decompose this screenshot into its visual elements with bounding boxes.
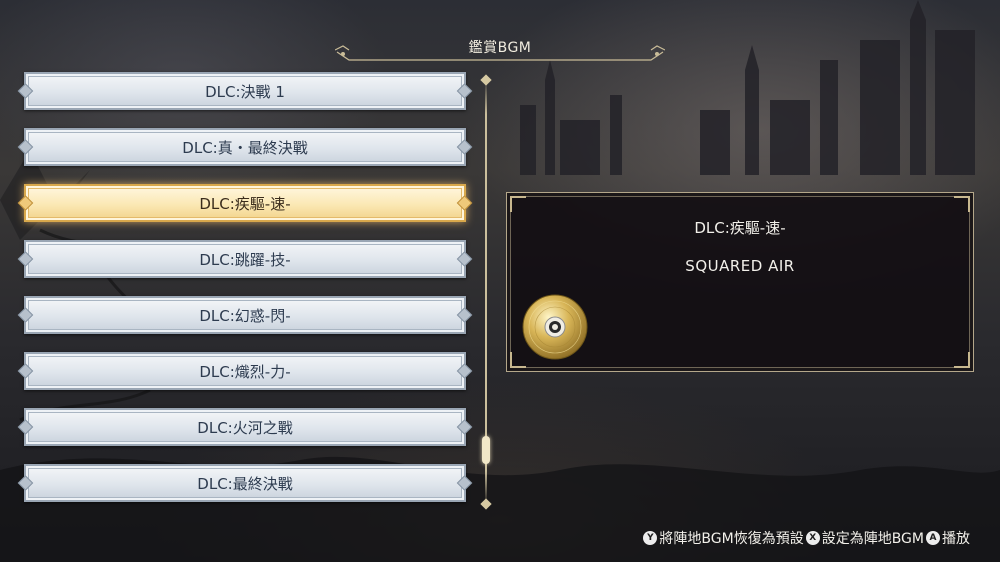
track-label: DLC:疾驅-速- bbox=[199, 194, 291, 213]
track-item[interactable]: DLC:熾烈-力- bbox=[24, 352, 466, 390]
hint-play[interactable]: A 播放 bbox=[926, 528, 970, 548]
button-hint-bar: Y 將陣地BGM恢復為預設 X 設定為陣地BGM A 播放 bbox=[643, 528, 970, 548]
panel-corner-ornament bbox=[510, 196, 526, 212]
x-button-icon: X bbox=[805, 531, 820, 545]
panel-corner-ornament bbox=[954, 352, 970, 368]
hint-label: 將陣地BGM恢復為預設 bbox=[659, 531, 804, 547]
track-label: DLC:熾烈-力- bbox=[199, 362, 291, 381]
y-button-icon: Y bbox=[643, 531, 658, 545]
track-item[interactable]: DLC:決戰 1 bbox=[24, 72, 466, 110]
track-item[interactable]: DLC:幻惑-閃- bbox=[24, 296, 466, 334]
track-label: DLC:幻惑-閃- bbox=[199, 306, 291, 325]
a-button-icon: A bbox=[926, 531, 940, 545]
track-detail-panel: DLC:疾驅-速- SQUARED AIR bbox=[506, 192, 974, 372]
hint-set-bgm[interactable]: X 設定為陣地BGM bbox=[805, 528, 924, 548]
track-item[interactable]: DLC:火河之戰 bbox=[24, 408, 466, 446]
screen-header: 鑑賞BGM bbox=[335, 38, 665, 62]
track-label: DLC:真・最終決戰 bbox=[182, 138, 308, 157]
cd-disc-icon bbox=[522, 294, 588, 360]
hint-label: 設定為陣地BGM bbox=[821, 531, 924, 547]
track-item[interactable]: DLC:跳躍-技- bbox=[24, 240, 466, 278]
track-item[interactable]: DLC:真・最終決戰 bbox=[24, 128, 466, 166]
detail-artist: SQUARED AIR bbox=[685, 257, 795, 275]
track-label: DLC:跳躍-技- bbox=[199, 250, 291, 269]
hint-reset-bgm[interactable]: Y 將陣地BGM恢復為預設 bbox=[643, 528, 804, 548]
track-label: DLC:火河之戰 bbox=[197, 418, 293, 437]
track-item-selected[interactable]: DLC:疾驅-速- bbox=[24, 184, 466, 222]
track-item[interactable]: DLC:最終決戰 bbox=[24, 464, 466, 502]
panel-corner-ornament bbox=[954, 196, 970, 212]
hint-label: 播放 bbox=[942, 531, 970, 547]
scrollbar-thumb[interactable] bbox=[482, 436, 490, 464]
page-title: 鑑賞BGM bbox=[468, 40, 532, 56]
track-label: DLC:決戰 1 bbox=[205, 82, 285, 101]
detail-track-title: DLC:疾驅-速- bbox=[694, 219, 786, 237]
track-label: DLC:最終決戰 bbox=[197, 474, 293, 493]
